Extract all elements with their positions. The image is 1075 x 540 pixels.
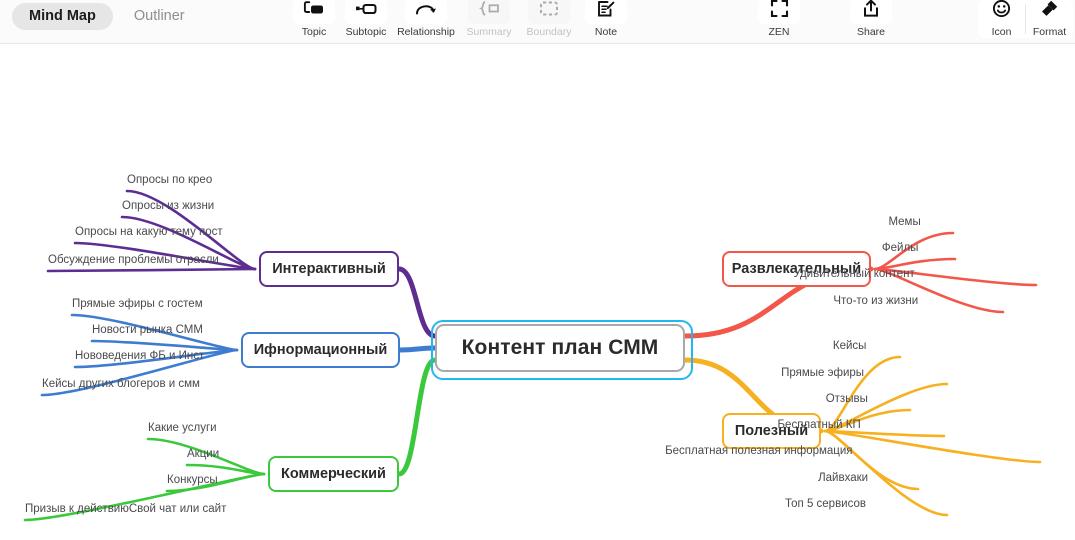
zen-icon-box bbox=[758, 0, 800, 24]
boundary-button[interactable]: Boundary bbox=[518, 0, 580, 38]
leaf-label[interactable]: Нововедения ФБ и Инст bbox=[75, 350, 204, 363]
tab-mind-map[interactable]: Mind Map bbox=[12, 3, 113, 30]
subtopic-icon bbox=[354, 0, 378, 22]
subtopic-icon-box bbox=[345, 0, 387, 24]
leaf-label[interactable]: Фейлы bbox=[882, 242, 919, 255]
topic-label: Topic bbox=[301, 26, 327, 38]
format-button[interactable]: Format bbox=[1026, 0, 1073, 38]
leaf-label[interactable]: Бесплатная полезная информация bbox=[665, 445, 852, 458]
topic-icon bbox=[303, 0, 325, 22]
leaf-label[interactable]: Лайвхаки bbox=[818, 472, 868, 485]
leaf-label[interactable]: Бесплатный КП bbox=[778, 419, 861, 432]
root-node[interactable]: Контент план СММ bbox=[435, 324, 685, 372]
note-icon bbox=[596, 0, 616, 23]
leaf-label[interactable]: Опросы по крео bbox=[127, 174, 212, 187]
leaf-label[interactable]: Новости рынка СММ bbox=[92, 324, 203, 337]
note-button[interactable]: Note bbox=[580, 0, 632, 38]
boundary-label: Boundary bbox=[526, 26, 572, 38]
leaf-label[interactable]: Акции bbox=[187, 448, 219, 461]
subtopic-button[interactable]: Subtopic bbox=[340, 0, 392, 38]
leaf-label[interactable]: Опросы из жизни bbox=[122, 200, 214, 213]
share-label: Share bbox=[856, 26, 886, 38]
zen-fullscreen-icon bbox=[770, 0, 789, 23]
share-upload-icon bbox=[862, 0, 880, 23]
tab-outliner[interactable]: Outliner bbox=[117, 3, 202, 30]
branch-node-interactive[interactable]: Интерактивный bbox=[259, 251, 399, 287]
summary-button[interactable]: Summary bbox=[460, 0, 518, 38]
smiley-icon bbox=[992, 0, 1011, 23]
view-mode-tabs: Mind Map Outliner bbox=[12, 3, 202, 30]
leaf-label[interactable]: Какие услуги bbox=[148, 422, 217, 435]
relationship-icon bbox=[414, 0, 438, 22]
boundary-icon-box bbox=[528, 0, 570, 24]
format-icon-box bbox=[1028, 0, 1071, 24]
format-label: Format bbox=[1032, 26, 1067, 38]
share-button[interactable]: Share bbox=[845, 0, 897, 38]
summary-icon bbox=[477, 0, 501, 22]
leaf-label[interactable]: Кейсы других блогеров и смм bbox=[42, 378, 200, 391]
topic-icon-box bbox=[293, 0, 335, 24]
topic-button[interactable]: Topic bbox=[288, 0, 340, 38]
zen-tool-group: ZEN bbox=[753, 0, 805, 38]
top-toolbar: Mind Map Outliner Topic Subtopic Relatio… bbox=[0, 0, 1075, 44]
note-icon-box bbox=[585, 0, 627, 24]
icon-format-pill: Icon Format bbox=[978, 0, 1073, 38]
leaf-label[interactable]: Что-то из жизни bbox=[833, 295, 918, 308]
right-tool-group: Icon Format bbox=[978, 0, 1073, 38]
branch-node-commercial[interactable]: Коммерческий bbox=[268, 456, 399, 492]
branch-node-informational[interactable]: Ифнормационный bbox=[241, 332, 400, 368]
share-icon-box bbox=[850, 0, 892, 24]
boundary-icon bbox=[539, 0, 559, 22]
leaf-label[interactable]: Кейсы bbox=[833, 340, 867, 353]
mindmap-canvas[interactable]: Контент план СММ Интерактивный Ифнормаци… bbox=[0, 44, 1075, 540]
relationship-icon-box bbox=[405, 0, 447, 24]
summary-icon-box bbox=[468, 0, 510, 24]
subtopic-label: Subtopic bbox=[345, 26, 387, 38]
icon-label: Icon bbox=[991, 26, 1012, 38]
zen-button[interactable]: ZEN bbox=[753, 0, 805, 38]
note-label: Note bbox=[594, 26, 618, 38]
leaf-label[interactable]: Опросы на какую тему пост bbox=[75, 226, 223, 239]
leaf-label[interactable]: Обсуждение проблемы отрасли bbox=[48, 254, 219, 267]
mindmap-connectors bbox=[23, 189, 1042, 522]
leaf-label[interactable]: Удивительный контент bbox=[794, 268, 915, 281]
leaf-label[interactable]: Мемы bbox=[888, 216, 920, 229]
relationship-button[interactable]: Relationship bbox=[392, 0, 460, 38]
icon-icon-box bbox=[980, 0, 1023, 24]
share-tool-group: Share bbox=[845, 0, 897, 38]
insert-tool-group: Topic Subtopic Relationship Summary Boun… bbox=[288, 0, 632, 38]
paintbrush-icon bbox=[1040, 0, 1059, 23]
zen-label: ZEN bbox=[768, 26, 790, 38]
relationship-label: Relationship bbox=[397, 26, 455, 38]
leaf-label[interactable]: Прямые эфиры с гостем bbox=[72, 298, 203, 311]
leaf-label[interactable]: Призыв к действиюСвой чат или сайт bbox=[25, 503, 226, 516]
leaf-label[interactable]: Отзывы bbox=[826, 393, 868, 406]
leaf-label[interactable]: Прямые эфиры bbox=[781, 367, 864, 380]
leaf-label[interactable]: Конкурсы bbox=[167, 474, 218, 487]
icon-button[interactable]: Icon bbox=[978, 0, 1025, 38]
summary-label: Summary bbox=[466, 26, 512, 38]
leaf-label[interactable]: Топ 5 сервисов bbox=[785, 498, 866, 511]
